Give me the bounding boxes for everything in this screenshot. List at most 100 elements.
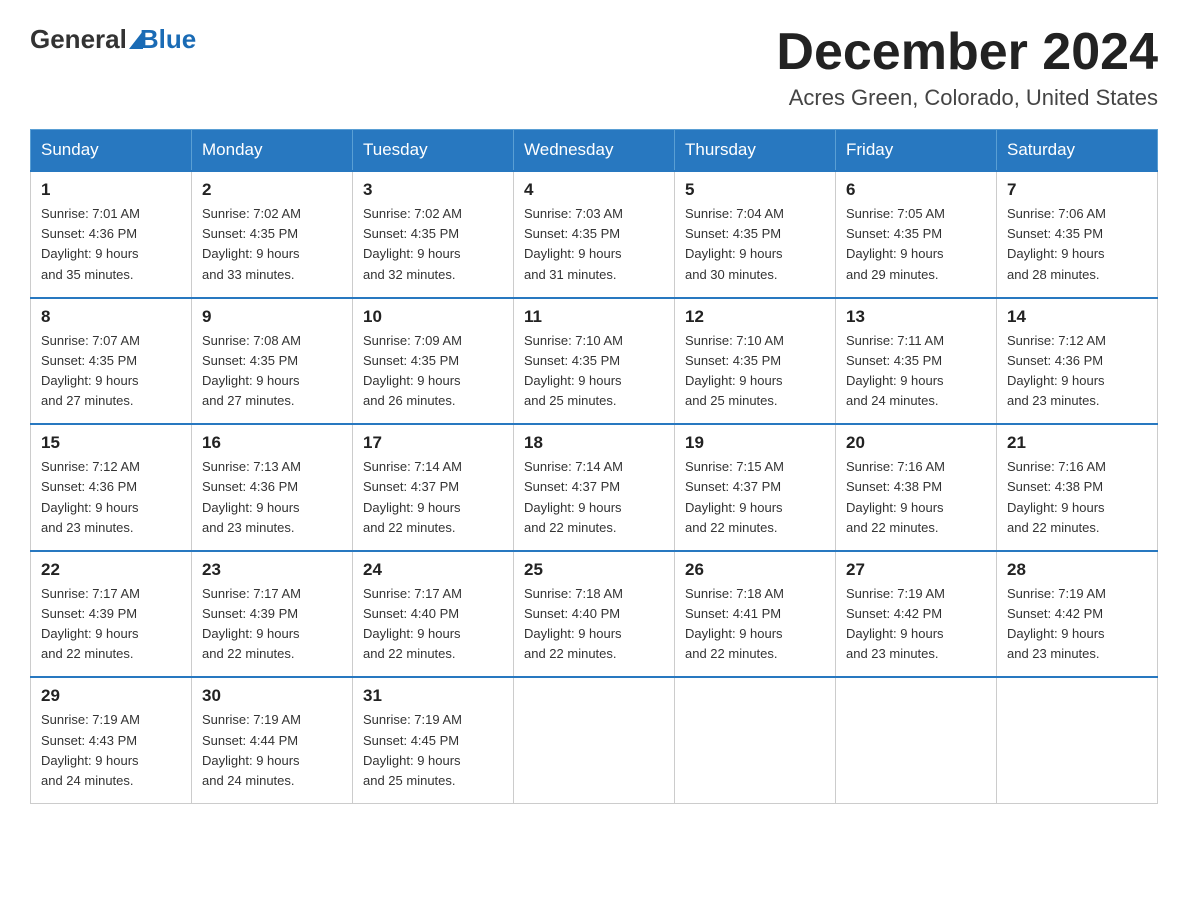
- day-info: Sunrise: 7:10 AMSunset: 4:35 PMDaylight:…: [685, 331, 825, 412]
- day-number: 2: [202, 180, 342, 200]
- day-info: Sunrise: 7:06 AMSunset: 4:35 PMDaylight:…: [1007, 204, 1147, 285]
- calendar-cell: 10 Sunrise: 7:09 AMSunset: 4:35 PMDayligh…: [353, 298, 514, 425]
- calendar-cell: [836, 677, 997, 803]
- calendar-cell: 25 Sunrise: 7:18 AMSunset: 4:40 PMDayligh…: [514, 551, 675, 678]
- day-info: Sunrise: 7:12 AMSunset: 4:36 PMDaylight:…: [41, 457, 181, 538]
- calendar-cell: 20Sunrise: 7:16 AMSunset: 4:38 PMDayligh…: [836, 424, 997, 551]
- day-number: 14: [1007, 307, 1147, 327]
- day-number: 5: [685, 180, 825, 200]
- day-number: 11: [524, 307, 664, 327]
- day-info: Sunrise: 7:15 AMSunset: 4:37 PMDaylight:…: [685, 457, 825, 538]
- day-info: Sunrise: 7:02 AMSunset: 4:35 PMDaylight:…: [202, 204, 342, 285]
- col-header-friday: Friday: [836, 130, 997, 172]
- calendar-cell: [514, 677, 675, 803]
- calendar-cell: [997, 677, 1158, 803]
- calendar-cell: 23 Sunrise: 7:17 AMSunset: 4:39 PMDayligh…: [192, 551, 353, 678]
- calendar-cell: 26 Sunrise: 7:18 AMSunset: 4:41 PMDayligh…: [675, 551, 836, 678]
- day-number: 26: [685, 560, 825, 580]
- day-number: 18: [524, 433, 664, 453]
- day-number: 19: [685, 433, 825, 453]
- day-info: Sunrise: 7:18 AMSunset: 4:41 PMDaylight:…: [685, 584, 825, 665]
- col-header-tuesday: Tuesday: [353, 130, 514, 172]
- day-info: Sunrise: 7:01 AMSunset: 4:36 PMDaylight:…: [41, 204, 181, 285]
- calendar-title: December 2024: [776, 24, 1158, 81]
- day-info: Sunrise: 7:04 AMSunset: 4:35 PMDaylight:…: [685, 204, 825, 285]
- day-number: 16: [202, 433, 342, 453]
- day-number: 1: [41, 180, 181, 200]
- day-info: Sunrise: 7:16 AMSunset: 4:38 PMDaylight:…: [1007, 457, 1147, 538]
- day-info: Sunrise: 7:19 AMSunset: 4:44 PMDaylight:…: [202, 710, 342, 791]
- calendar-cell: 8 Sunrise: 7:07 AMSunset: 4:35 PMDaylight…: [31, 298, 192, 425]
- day-number: 21: [1007, 433, 1147, 453]
- calendar-cell: [675, 677, 836, 803]
- day-number: 3: [363, 180, 503, 200]
- page-header: General Blue December 2024 Acres Green, …: [30, 24, 1158, 111]
- day-info: Sunrise: 7:14 AMSunset: 4:37 PMDaylight:…: [524, 457, 664, 538]
- day-number: 24: [363, 560, 503, 580]
- calendar-cell: 7 Sunrise: 7:06 AMSunset: 4:35 PMDaylight…: [997, 171, 1158, 298]
- calendar-cell: 13Sunrise: 7:11 AMSunset: 4:35 PMDayligh…: [836, 298, 997, 425]
- day-number: 20: [846, 433, 986, 453]
- days-header-row: SundayMondayTuesdayWednesdayThursdayFrid…: [31, 130, 1158, 172]
- calendar-cell: 4 Sunrise: 7:03 AMSunset: 4:35 PMDaylight…: [514, 171, 675, 298]
- calendar-subtitle: Acres Green, Colorado, United States: [776, 85, 1158, 111]
- day-info: Sunrise: 7:19 AMSunset: 4:43 PMDaylight:…: [41, 710, 181, 791]
- day-info: Sunrise: 7:17 AMSunset: 4:39 PMDaylight:…: [41, 584, 181, 665]
- day-info: Sunrise: 7:08 AMSunset: 4:35 PMDaylight:…: [202, 331, 342, 412]
- logo: General Blue: [30, 24, 196, 55]
- day-info: Sunrise: 7:17 AMSunset: 4:39 PMDaylight:…: [202, 584, 342, 665]
- day-number: 27: [846, 560, 986, 580]
- calendar-cell: 1 Sunrise: 7:01 AMSunset: 4:36 PMDaylight…: [31, 171, 192, 298]
- day-number: 13: [846, 307, 986, 327]
- calendar-cell: 6Sunrise: 7:05 AMSunset: 4:35 PMDaylight…: [836, 171, 997, 298]
- calendar-cell: 31Sunrise: 7:19 AMSunset: 4:45 PMDayligh…: [353, 677, 514, 803]
- day-info: Sunrise: 7:12 AMSunset: 4:36 PMDaylight:…: [1007, 331, 1147, 412]
- col-header-monday: Monday: [192, 130, 353, 172]
- calendar-cell: 28 Sunrise: 7:19 AMSunset: 4:42 PMDayligh…: [997, 551, 1158, 678]
- day-number: 8: [41, 307, 181, 327]
- day-info: Sunrise: 7:18 AMSunset: 4:40 PMDaylight:…: [524, 584, 664, 665]
- day-number: 6: [846, 180, 986, 200]
- calendar-cell: 12Sunrise: 7:10 AMSunset: 4:35 PMDayligh…: [675, 298, 836, 425]
- calendar-cell: 22Sunrise: 7:17 AMSunset: 4:39 PMDayligh…: [31, 551, 192, 678]
- logo-general: General: [30, 24, 127, 55]
- calendar-cell: 5 Sunrise: 7:04 AMSunset: 4:35 PMDaylight…: [675, 171, 836, 298]
- calendar-cell: 18 Sunrise: 7:14 AMSunset: 4:37 PMDayligh…: [514, 424, 675, 551]
- day-info: Sunrise: 7:19 AMSunset: 4:42 PMDaylight:…: [846, 584, 986, 665]
- col-header-wednesday: Wednesday: [514, 130, 675, 172]
- day-number: 7: [1007, 180, 1147, 200]
- day-number: 4: [524, 180, 664, 200]
- day-number: 15: [41, 433, 181, 453]
- day-info: Sunrise: 7:02 AMSunset: 4:35 PMDaylight:…: [363, 204, 503, 285]
- week-row-1: 1 Sunrise: 7:01 AMSunset: 4:36 PMDaylight…: [31, 171, 1158, 298]
- calendar-cell: 14 Sunrise: 7:12 AMSunset: 4:36 PMDayligh…: [997, 298, 1158, 425]
- calendar-cell: 15 Sunrise: 7:12 AMSunset: 4:36 PMDayligh…: [31, 424, 192, 551]
- calendar-cell: 29Sunrise: 7:19 AMSunset: 4:43 PMDayligh…: [31, 677, 192, 803]
- day-number: 23: [202, 560, 342, 580]
- day-info: Sunrise: 7:14 AMSunset: 4:37 PMDaylight:…: [363, 457, 503, 538]
- calendar-cell: 21 Sunrise: 7:16 AMSunset: 4:38 PMDayligh…: [997, 424, 1158, 551]
- day-number: 17: [363, 433, 503, 453]
- day-number: 25: [524, 560, 664, 580]
- calendar-cell: 19 Sunrise: 7:15 AMSunset: 4:37 PMDayligh…: [675, 424, 836, 551]
- week-row-4: 22Sunrise: 7:17 AMSunset: 4:39 PMDayligh…: [31, 551, 1158, 678]
- day-info: Sunrise: 7:13 AMSunset: 4:36 PMDaylight:…: [202, 457, 342, 538]
- calendar-cell: 17 Sunrise: 7:14 AMSunset: 4:37 PMDayligh…: [353, 424, 514, 551]
- week-row-5: 29Sunrise: 7:19 AMSunset: 4:43 PMDayligh…: [31, 677, 1158, 803]
- calendar-cell: 27 Sunrise: 7:19 AMSunset: 4:42 PMDayligh…: [836, 551, 997, 678]
- day-info: Sunrise: 7:17 AMSunset: 4:40 PMDaylight:…: [363, 584, 503, 665]
- calendar-cell: 16 Sunrise: 7:13 AMSunset: 4:36 PMDayligh…: [192, 424, 353, 551]
- week-row-3: 15 Sunrise: 7:12 AMSunset: 4:36 PMDayligh…: [31, 424, 1158, 551]
- calendar-cell: 2 Sunrise: 7:02 AMSunset: 4:35 PMDaylight…: [192, 171, 353, 298]
- day-number: 10: [363, 307, 503, 327]
- day-info: Sunrise: 7:09 AMSunset: 4:35 PMDaylight:…: [363, 331, 503, 412]
- day-number: 31: [363, 686, 503, 706]
- day-number: 28: [1007, 560, 1147, 580]
- day-info: Sunrise: 7:19 AMSunset: 4:42 PMDaylight:…: [1007, 584, 1147, 665]
- day-info: Sunrise: 7:03 AMSunset: 4:35 PMDaylight:…: [524, 204, 664, 285]
- calendar-cell: 9Sunrise: 7:08 AMSunset: 4:35 PMDaylight…: [192, 298, 353, 425]
- logo-blue: Blue: [140, 24, 196, 55]
- day-info: Sunrise: 7:07 AMSunset: 4:35 PMDaylight:…: [41, 331, 181, 412]
- calendar-cell: 30Sunrise: 7:19 AMSunset: 4:44 PMDayligh…: [192, 677, 353, 803]
- col-header-saturday: Saturday: [997, 130, 1158, 172]
